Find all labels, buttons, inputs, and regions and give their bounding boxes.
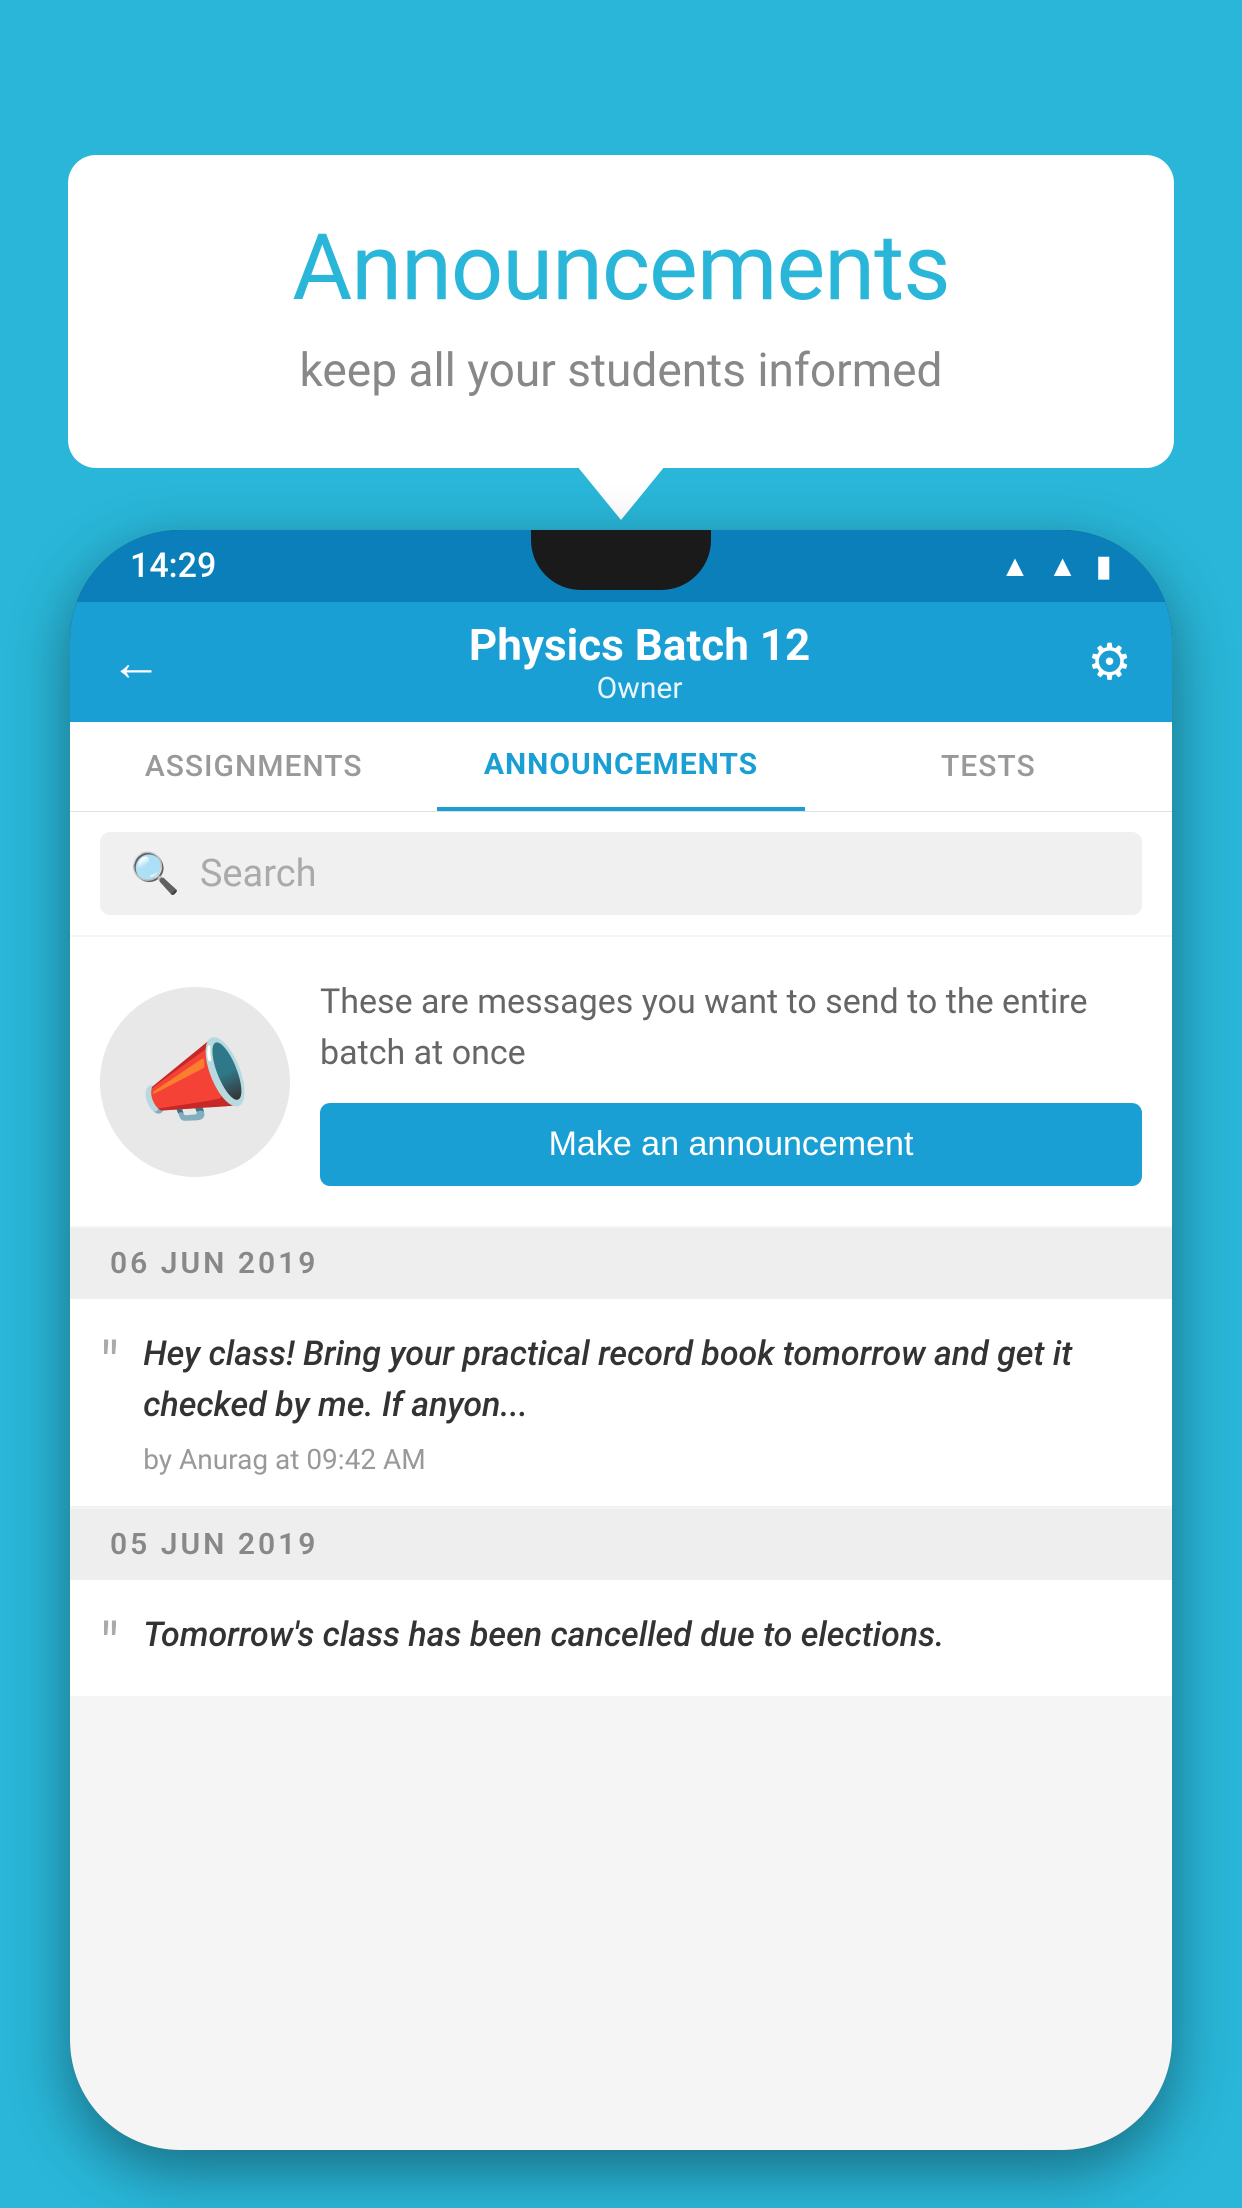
status-icons: ▲ ▲ ▮ xyxy=(1000,549,1112,584)
date-separator-1: 06 JUN 2019 xyxy=(70,1228,1172,1299)
app-bar-subtitle: Owner xyxy=(192,671,1087,706)
settings-icon[interactable]: ⚙ xyxy=(1087,633,1132,692)
app-bar-title: Physics Batch 12 xyxy=(192,619,1087,671)
tab-tests[interactable]: TESTS xyxy=(805,722,1172,811)
announcement-item-2[interactable]: " Tomorrow's class has been cancelled du… xyxy=(70,1580,1172,1696)
search-bar-container: 🔍 Search xyxy=(70,812,1172,935)
prompt-text: These are messages you want to send to t… xyxy=(320,977,1142,1079)
megaphone-icon: 📣 xyxy=(139,1029,251,1134)
wifi-icon: ▲ xyxy=(1000,549,1030,584)
megaphone-circle: 📣 xyxy=(100,987,290,1177)
search-input-wrap[interactable]: 🔍 Search xyxy=(100,832,1142,915)
announcement-text-2: Tomorrow's class has been cancelled due … xyxy=(143,1610,1142,1661)
status-time: 14:29 xyxy=(130,546,216,586)
announcement-text-1: Hey class! Bring your practical record b… xyxy=(143,1329,1142,1431)
quote-icon-2: " xyxy=(100,1616,119,1676)
search-placeholder: Search xyxy=(200,852,317,896)
status-bar: 14:29 ▲ ▲ ▮ xyxy=(70,530,1172,602)
announcement-content-1: Hey class! Bring your practical record b… xyxy=(143,1329,1142,1476)
tab-bar: ASSIGNMENTS ANNOUNCEMENTS TESTS xyxy=(70,722,1172,812)
search-icon: 🔍 xyxy=(130,850,180,897)
battery-icon: ▮ xyxy=(1095,549,1112,584)
notch xyxy=(531,530,711,590)
announcement-meta-1: by Anurag at 09:42 AM xyxy=(143,1443,1142,1476)
tab-announcements[interactable]: ANNOUNCEMENTS xyxy=(437,722,804,811)
announcement-bubble: Announcements keep all your students inf… xyxy=(68,155,1174,468)
bubble-title: Announcements xyxy=(148,215,1094,322)
bubble-subtitle: keep all your students informed xyxy=(148,344,1094,398)
app-bar-title-section: Physics Batch 12 Owner xyxy=(192,619,1087,706)
announcement-content-2: Tomorrow's class has been cancelled due … xyxy=(143,1610,1142,1673)
app-bar: ← Physics Batch 12 Owner ⚙ xyxy=(70,602,1172,722)
make-announcement-button[interactable]: Make an announcement xyxy=(320,1103,1142,1186)
signal-icon: ▲ xyxy=(1048,549,1078,584)
announcement-prompt-section: 📣 These are messages you want to send to… xyxy=(70,937,1172,1226)
back-button[interactable]: ← xyxy=(110,632,162,693)
announcement-item-1[interactable]: " Hey class! Bring your practical record… xyxy=(70,1299,1172,1507)
tab-assignments[interactable]: ASSIGNMENTS xyxy=(70,722,437,811)
quote-icon-1: " xyxy=(100,1335,119,1395)
phone-frame: 14:29 ▲ ▲ ▮ ← Physics Batch 12 Owner ⚙ A… xyxy=(70,530,1172,2150)
phone-content: 🔍 Search 📣 These are messages you want t… xyxy=(70,812,1172,2150)
date-separator-2: 05 JUN 2019 xyxy=(70,1509,1172,1580)
announcement-prompt-right: These are messages you want to send to t… xyxy=(320,977,1142,1186)
